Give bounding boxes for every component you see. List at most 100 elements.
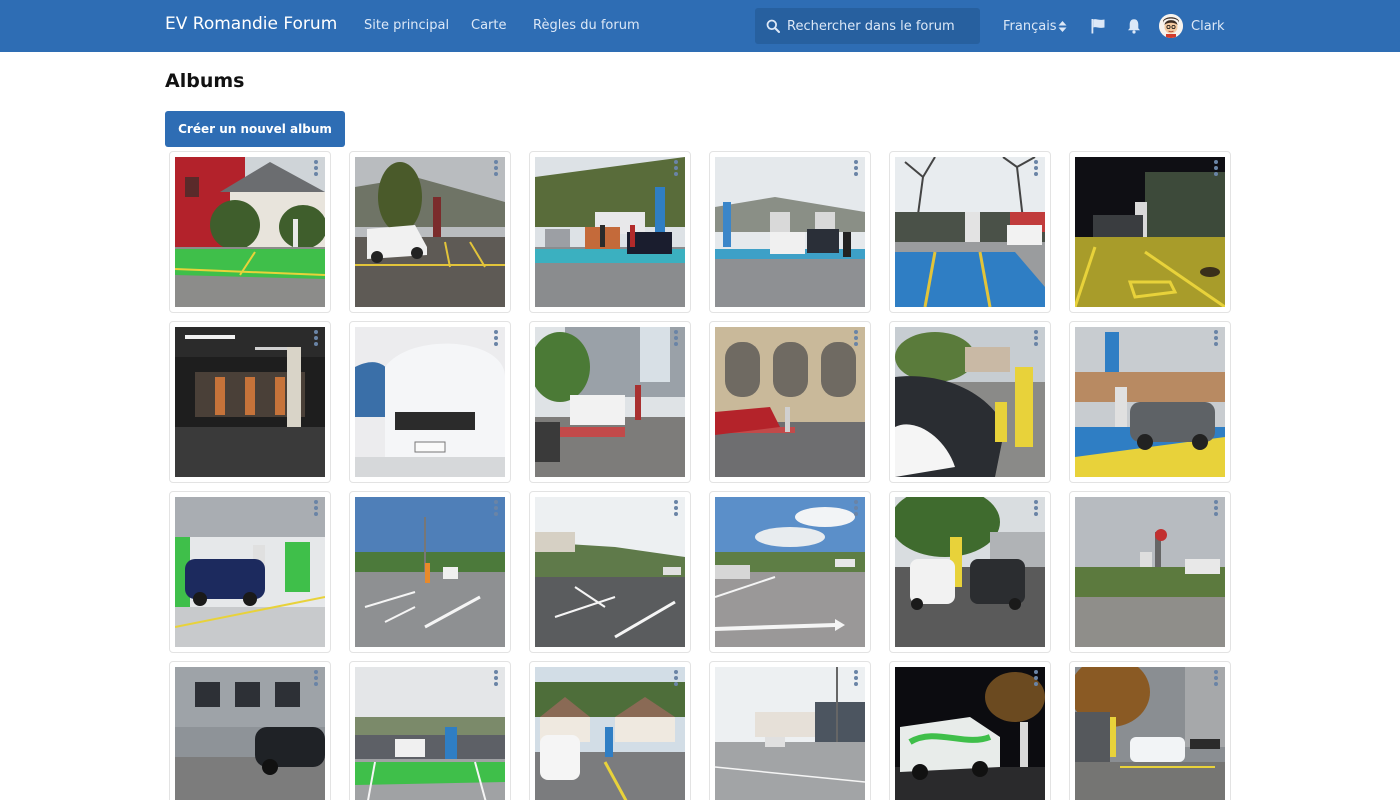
nav-link-map[interactable]: Carte [471,18,506,33]
album-photo [175,497,325,647]
album-photo [895,667,1045,800]
album-thumbnail[interactable] [535,327,685,477]
album-menu-icon[interactable] [671,499,681,517]
album-card[interactable] [349,661,511,800]
album-card[interactable] [1069,321,1231,483]
album-photo [355,327,505,477]
album-card[interactable] [169,321,331,483]
album-menu-icon[interactable] [671,669,681,687]
album-menu-icon[interactable] [671,329,681,347]
album-thumbnail[interactable] [175,497,325,647]
search-box [755,8,980,44]
album-photo [535,327,685,477]
album-thumbnail[interactable] [895,667,1045,800]
create-album-button[interactable]: Créer un nouvel album [165,111,345,147]
album-menu-icon[interactable] [851,669,861,687]
album-card[interactable] [529,661,691,800]
album-menu-icon[interactable] [671,159,681,177]
album-menu-icon[interactable] [1031,159,1041,177]
album-card[interactable] [529,321,691,483]
album-photo [895,157,1045,307]
album-photo [355,497,505,647]
album-thumbnail[interactable] [715,327,865,477]
album-menu-icon[interactable] [491,499,501,517]
album-card[interactable] [1069,151,1231,313]
album-menu-icon[interactable] [491,159,501,177]
album-menu-icon[interactable] [1031,329,1041,347]
album-card[interactable] [1069,661,1231,800]
album-thumbnail[interactable] [895,497,1045,647]
album-thumbnail[interactable] [355,667,505,800]
album-menu-icon[interactable] [1211,669,1221,687]
album-menu-icon[interactable] [1211,159,1221,177]
avatar[interactable] [1159,14,1183,38]
album-thumbnail[interactable] [895,157,1045,307]
album-card[interactable] [349,491,511,653]
album-menu-icon[interactable] [851,329,861,347]
search-input[interactable] [787,8,975,44]
album-menu-icon[interactable] [851,159,861,177]
album-menu-icon[interactable] [851,499,861,517]
album-thumbnail[interactable] [355,157,505,307]
album-menu-icon[interactable] [1031,499,1041,517]
album-photo [715,327,865,477]
language-select[interactable]: Français [1003,19,1057,34]
album-thumbnail[interactable] [175,667,325,800]
album-card[interactable] [349,321,511,483]
album-thumbnail[interactable] [895,327,1045,477]
album-menu-icon[interactable] [311,669,321,687]
album-card[interactable] [169,151,331,313]
album-card[interactable] [529,491,691,653]
album-thumbnail[interactable] [175,157,325,307]
album-thumbnail[interactable] [1075,497,1225,647]
album-card[interactable] [1069,491,1231,653]
album-card[interactable] [529,151,691,313]
album-photo [895,497,1045,647]
album-card[interactable] [169,491,331,653]
album-thumbnail[interactable] [535,667,685,800]
album-card[interactable] [889,321,1051,483]
album-card[interactable] [889,151,1051,313]
album-menu-icon[interactable] [1031,669,1041,687]
album-menu-icon[interactable] [311,329,321,347]
album-thumbnail[interactable] [1075,667,1225,800]
bell-icon[interactable] [1126,18,1142,34]
album-thumbnail[interactable] [535,497,685,647]
album-thumbnail[interactable] [715,157,865,307]
album-photo [1075,157,1225,307]
flag-icon[interactable] [1090,18,1106,34]
album-thumbnail[interactable] [175,327,325,477]
album-photo [175,157,325,307]
search-icon[interactable] [766,19,780,33]
album-thumbnail[interactable] [715,497,865,647]
username-link[interactable]: Clark [1191,19,1225,34]
album-thumbnail[interactable] [715,667,865,800]
album-thumbnail[interactable] [535,157,685,307]
album-card[interactable] [349,151,511,313]
album-thumbnail[interactable] [1075,327,1225,477]
album-card[interactable] [889,491,1051,653]
album-thumbnail[interactable] [355,497,505,647]
album-card[interactable] [169,661,331,800]
top-navbar: EV Romandie Forum Site principal Carte R… [0,0,1400,52]
nav-link-forum-rules[interactable]: Règles du forum [533,18,640,33]
album-thumbnail[interactable] [355,327,505,477]
album-card[interactable] [709,491,871,653]
album-card[interactable] [709,151,871,313]
page-title: Albums [165,70,245,92]
album-photo [1075,327,1225,477]
album-menu-icon[interactable] [491,669,501,687]
album-card[interactable] [889,661,1051,800]
forum-brand-link[interactable]: EV Romandie Forum [165,14,337,34]
album-menu-icon[interactable] [1211,499,1221,517]
album-card[interactable] [709,321,871,483]
album-menu-icon[interactable] [1211,329,1221,347]
album-thumbnail[interactable] [1075,157,1225,307]
nav-link-main-site[interactable]: Site principal [364,18,449,33]
album-menu-icon[interactable] [311,159,321,177]
album-photo [175,327,325,477]
avatar-face-icon [1159,14,1183,38]
album-menu-icon[interactable] [311,499,321,517]
album-menu-icon[interactable] [491,329,501,347]
album-card[interactable] [709,661,871,800]
